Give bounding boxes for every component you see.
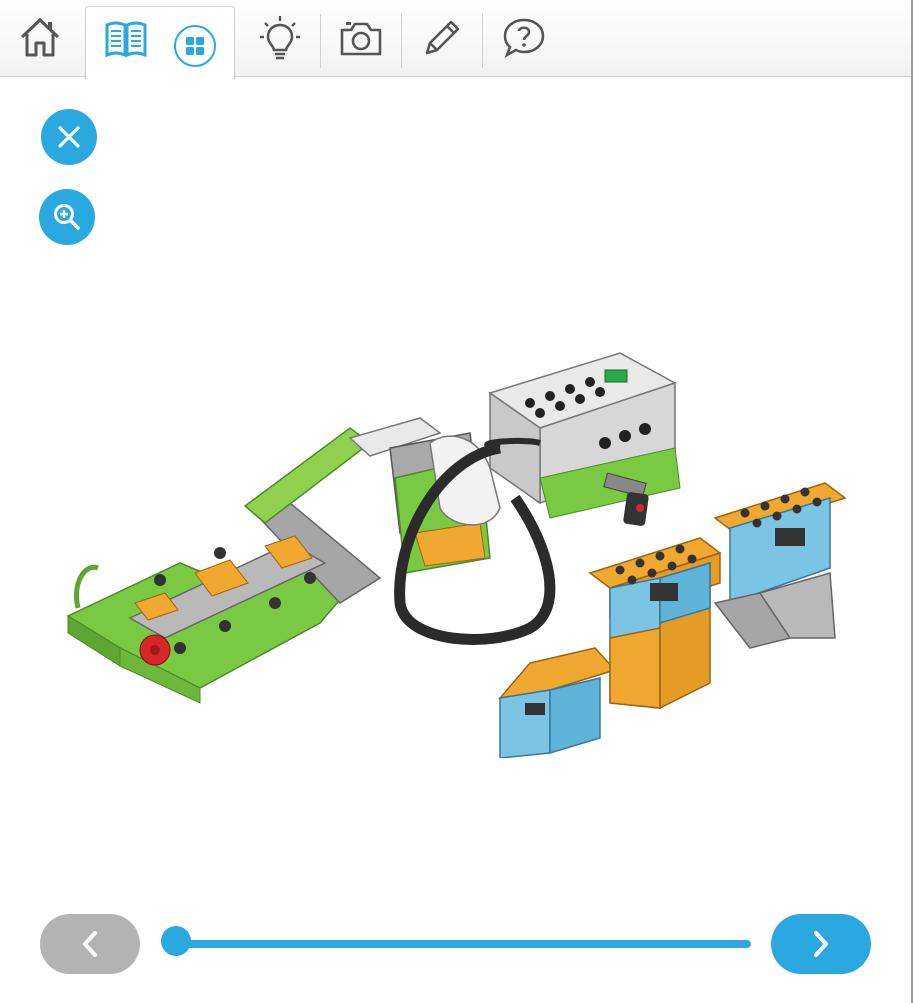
- toolbar-divider: [320, 14, 321, 68]
- camera-button[interactable]: [331, 8, 391, 68]
- lightbulb-icon: [260, 16, 300, 60]
- help-icon: [503, 18, 545, 58]
- toolbar-divider: [401, 14, 402, 68]
- help-button[interactable]: [494, 8, 554, 68]
- home-button[interactable]: [10, 8, 70, 68]
- next-step-button[interactable]: [771, 914, 871, 974]
- camera-icon: [340, 22, 382, 56]
- ideas-button[interactable]: [250, 8, 310, 68]
- chevron-right-icon: [814, 931, 828, 957]
- previous-step-button[interactable]: [40, 914, 140, 974]
- step-progress-slider[interactable]: [172, 940, 751, 948]
- toolbar-divider: [482, 14, 483, 68]
- top-toolbar: [0, 0, 911, 79]
- build-instructions-icon: [105, 21, 147, 58]
- chevron-left-icon: [83, 931, 97, 957]
- close-button[interactable]: [41, 109, 97, 165]
- close-icon: [58, 126, 80, 148]
- lego-model-illustration: [66, 352, 847, 758]
- zoom-in-icon: [54, 204, 80, 230]
- zoom-button[interactable]: [39, 189, 95, 245]
- grid-view-button[interactable]: [174, 25, 216, 67]
- home-icon: [20, 18, 60, 57]
- build-instructions-button[interactable]: [98, 12, 154, 66]
- documentation-button[interactable]: [412, 8, 472, 68]
- grid-icon: [186, 37, 204, 55]
- pencil-icon: [425, 20, 460, 55]
- slider-thumb[interactable]: [161, 926, 191, 956]
